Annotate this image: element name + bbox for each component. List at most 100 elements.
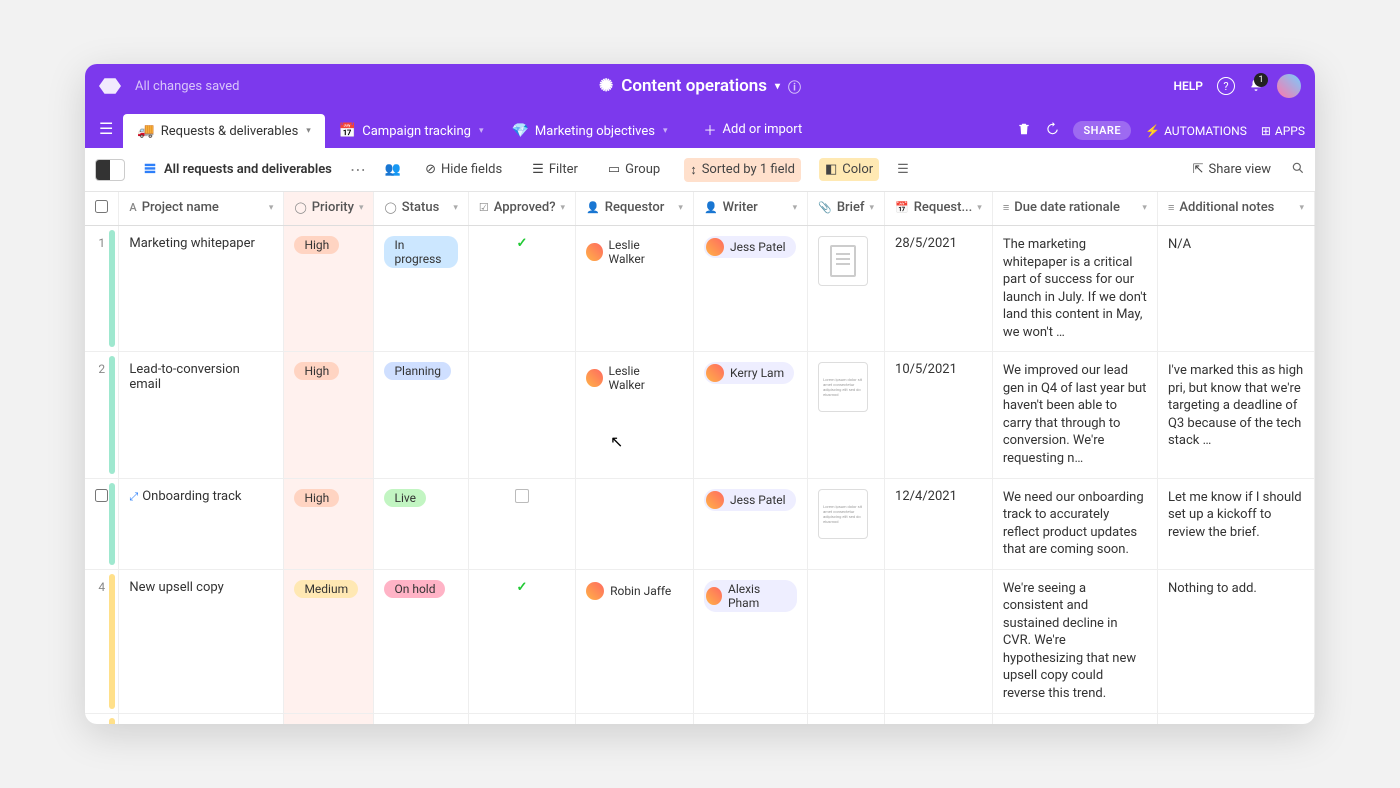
column-header[interactable]: AProject name▾	[119, 192, 284, 226]
automations-button[interactable]: ⚡ AUTOMATIONS	[1145, 124, 1247, 138]
column-header[interactable]: ◯Priority▾	[284, 192, 374, 226]
cell-brief[interactable]: Lorem ipsum dolor sit amet consectetur a…	[808, 478, 885, 569]
cell-notes[interactable]: N/A	[1157, 226, 1314, 352]
cell-writer[interactable]: Kerry Lam	[693, 352, 807, 478]
table-tab-1[interactable]: 📅Campaign tracking▾	[325, 114, 498, 148]
cell-status[interactable]: Live	[374, 478, 468, 569]
cell-approved[interactable]: ✓	[468, 226, 575, 352]
group-button[interactable]: ▭ Group	[602, 158, 666, 181]
chevron-down-icon[interactable]: ▾	[359, 203, 364, 213]
table-row[interactable]: 5Facebook copy experimentsMediumLive✓Har…	[85, 713, 1315, 724]
column-header[interactable]: ≡Additional notes▾	[1157, 192, 1314, 226]
help-icon[interactable]: ?	[1217, 77, 1235, 95]
chevron-down-icon[interactable]: ▾	[1142, 203, 1147, 213]
cell-brief[interactable]: Lorem ipsum dolor sit amet consectetur a…	[808, 352, 885, 478]
cell-brief[interactable]	[808, 569, 885, 713]
table-tab-0[interactable]: 🚚Requests & deliverables▾	[123, 114, 324, 148]
cell-project-name[interactable]: Lead-to-conversion email	[119, 352, 284, 478]
cell-requestor[interactable]	[576, 478, 694, 569]
base-title[interactable]: ✺ Content operations ▾ ⓘ	[400, 76, 1001, 96]
row-number-cell[interactable]: 5	[85, 713, 119, 724]
cell-requestor[interactable]: Leslie Walker	[576, 226, 694, 352]
table-tab-2[interactable]: 💎Marketing objectives▾	[497, 114, 681, 148]
add-import-button[interactable]: ＋ Add or import	[690, 111, 817, 148]
column-header[interactable]: ≡Due date rationale▾	[992, 192, 1157, 226]
cell-priority[interactable]: High	[284, 226, 374, 352]
cell-priority[interactable]: High	[284, 352, 374, 478]
cell-writer[interactable]: Alexis Pham	[693, 713, 807, 724]
cell-brief[interactable]	[808, 226, 885, 352]
share-button[interactable]: SHARE	[1073, 121, 1131, 140]
table-row[interactable]: 2Lead-to-conversion emailHighPlanning Les…	[85, 352, 1315, 478]
chevron-down-icon[interactable]: ▾	[1299, 203, 1304, 213]
cell-project-name[interactable]: ⤢Onboarding track	[119, 478, 284, 569]
cell-status[interactable]: Live	[374, 713, 468, 724]
cell-writer[interactable]: Jess Patel	[693, 226, 807, 352]
cell-rationale[interactable]: We need our onboarding track to accurate…	[992, 478, 1157, 569]
cell-priority[interactable]: Medium	[284, 713, 374, 724]
cell-writer[interactable]: Jess Patel	[693, 478, 807, 569]
chevron-down-icon[interactable]: ▾	[870, 203, 875, 213]
cell-status[interactable]: On hold	[374, 569, 468, 713]
chevron-down-icon[interactable]: ▾	[453, 203, 458, 213]
search-icon[interactable]	[1291, 161, 1305, 179]
trash-icon[interactable]	[1017, 122, 1031, 139]
apps-button[interactable]: ⊞ APPS	[1261, 124, 1305, 138]
cell-status[interactable]: Planning	[374, 352, 468, 478]
row-number-cell[interactable]	[85, 478, 119, 569]
column-header[interactable]: ◯Status▾	[374, 192, 468, 226]
collaborators-icon[interactable]: 👥	[385, 162, 401, 177]
cell-approved[interactable]	[468, 352, 575, 478]
chevron-down-icon[interactable]: ▾	[793, 203, 798, 213]
cell-approved[interactable]	[468, 478, 575, 569]
cell-brief[interactable]: Lorem ipsum dolor sit amet consectetur a…	[808, 713, 885, 724]
hamburger-icon[interactable]: ☰	[95, 119, 123, 148]
user-avatar[interactable]	[1277, 74, 1301, 98]
view-menu-icon[interactable]: ⋯	[350, 160, 367, 179]
cell-request-date[interactable]: 28/5/2021	[885, 226, 993, 352]
attachment-thumbnail[interactable]	[818, 236, 868, 286]
notifications-icon[interactable]: 1	[1249, 78, 1263, 95]
cell-rationale[interactable]: We improved our lead gen in Q4 of last y…	[992, 352, 1157, 478]
cell-requestor[interactable]: Leslie Walker	[576, 352, 694, 478]
sidebar-toggle[interactable]	[95, 159, 125, 181]
filter-button[interactable]: ☰ Filter	[526, 158, 584, 181]
column-header[interactable]: 👤Requestor▾	[576, 192, 694, 226]
cell-project-name[interactable]: Facebook copy experiments	[119, 713, 284, 724]
row-number-cell[interactable]: 4	[85, 569, 119, 713]
column-header[interactable]: 📎Brief▾	[808, 192, 885, 226]
cell-project-name[interactable]: Marketing whitepaper	[119, 226, 284, 352]
cell-rationale[interactable]: The marketing whitepaper is a critical p…	[992, 226, 1157, 352]
table-row[interactable]: 4New upsell copyMediumOn hold✓Robin Jaff…	[85, 569, 1315, 713]
chevron-down-icon[interactable]: ▾	[678, 203, 683, 213]
select-all-checkbox[interactable]	[95, 200, 108, 213]
attachment-thumbnail[interactable]: Lorem ipsum dolor sit amet consectetur a…	[818, 362, 868, 412]
chevron-down-icon[interactable]: ▾	[269, 203, 274, 213]
cell-notes[interactable]: I've marked this as high pri, but know t…	[1157, 352, 1314, 478]
column-header[interactable]: ☑Approved?▾	[468, 192, 575, 226]
attachment-thumbnail[interactable]: Lorem ipsum dolor sit amet consectetur a…	[818, 489, 868, 539]
sort-button[interactable]: ↕ Sorted by 1 field	[684, 158, 801, 182]
cell-notes[interactable]: Please help me!!	[1157, 713, 1314, 724]
app-logo-icon[interactable]	[99, 75, 121, 97]
row-number-cell[interactable]: 1	[85, 226, 119, 352]
cell-approved[interactable]: ✓	[468, 713, 575, 724]
hide-fields-button[interactable]: ⊘ Hide fields	[419, 158, 508, 181]
chevron-down-icon[interactable]: ▾	[977, 203, 982, 213]
grid-view[interactable]: ↖ AProject name▾◯Priority▾◯Status▾☑Appro…	[85, 192, 1315, 724]
cell-status[interactable]: In progress	[374, 226, 468, 352]
cell-request-date[interactable]: 10/5/2021	[885, 352, 993, 478]
cell-writer[interactable]: Alexis Pham	[693, 569, 807, 713]
chevron-down-icon[interactable]: ▾	[561, 203, 566, 213]
share-view-button[interactable]: ⇱ Share view	[1187, 158, 1277, 181]
table-row[interactable]: 1Marketing whitepaperHighIn progress✓Les…	[85, 226, 1315, 352]
cell-approved[interactable]: ✓	[468, 569, 575, 713]
row-number-cell[interactable]: 2	[85, 352, 119, 478]
cell-notes[interactable]: Nothing to add.	[1157, 569, 1314, 713]
view-picker[interactable]: All requests and deliverables	[143, 162, 332, 177]
checkbox-empty[interactable]	[515, 489, 529, 503]
cell-rationale[interactable]: We're seeing a consistent and sustained …	[992, 569, 1157, 713]
expand-icon[interactable]: ⤢	[129, 490, 138, 503]
column-header[interactable]: 👤Writer▾	[693, 192, 807, 226]
cell-request-date[interactable]	[885, 569, 993, 713]
